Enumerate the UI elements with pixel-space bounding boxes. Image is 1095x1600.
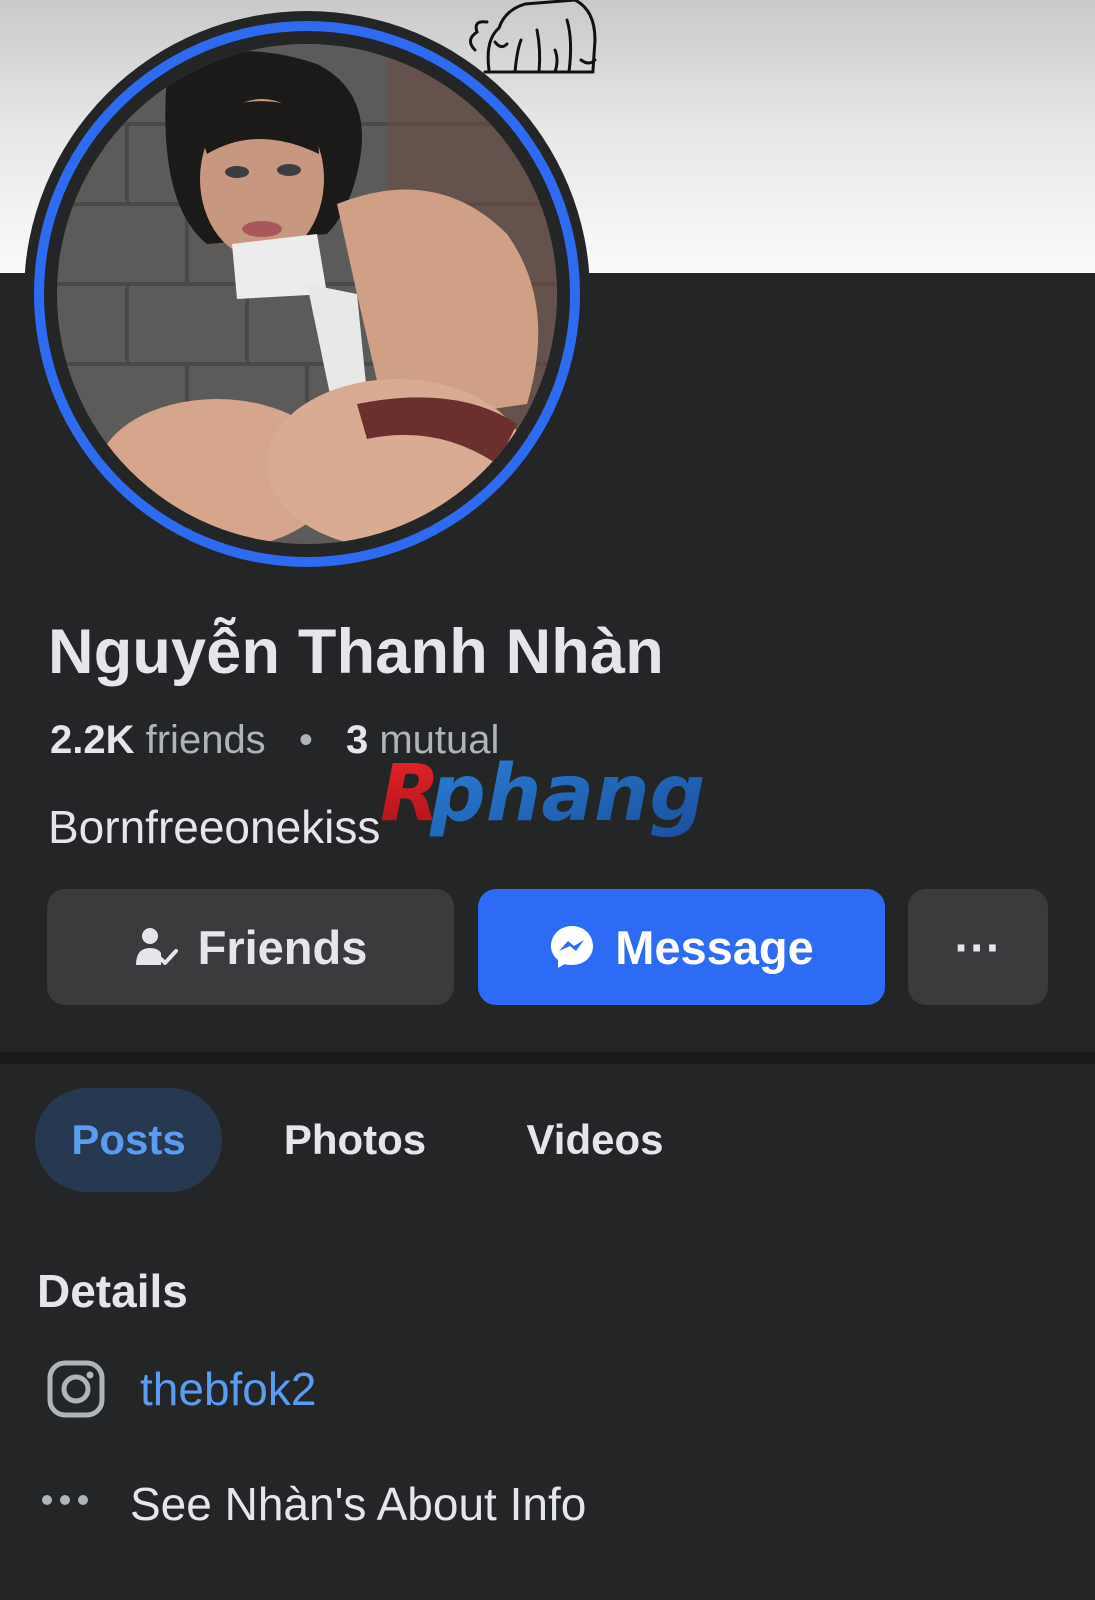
story-ring: [34, 21, 580, 567]
tab-posts[interactable]: Posts: [35, 1088, 222, 1192]
profile-page: Nguyễn Thanh Nhàn 2.2K friends • 3 mutua…: [0, 0, 1095, 1600]
details-heading: Details: [37, 1265, 188, 1317]
instagram-icon: [47, 1360, 105, 1418]
more-dots-icon: [42, 1495, 88, 1505]
avatar-photo-art: [57, 44, 557, 544]
watermark-letters-phang: phang: [429, 752, 705, 839]
section-divider: [0, 1052, 1095, 1064]
message-button[interactable]: Message: [478, 889, 885, 1005]
friends-button[interactable]: Friends: [47, 889, 454, 1005]
instagram-link[interactable]: thebfok2: [140, 1362, 316, 1416]
tab-videos[interactable]: Videos: [505, 1088, 685, 1192]
friends-count: 2.2K: [50, 718, 135, 762]
see-about-info-link[interactable]: See Nhàn's About Info: [130, 1477, 586, 1531]
more-options-button[interactable]: ···: [908, 889, 1048, 1005]
avatar-gap: [44, 31, 570, 557]
avatar-photo: [57, 44, 557, 544]
message-button-label: Message: [615, 920, 814, 974]
person-check-icon: [134, 925, 178, 969]
profile-name: Nguyễn Thanh Nhàn: [48, 617, 664, 687]
friends-button-label: Friends: [197, 920, 368, 974]
friends-label: friends: [145, 718, 266, 762]
watermark-logo: R phang: [380, 752, 705, 839]
more-dots-icon: ···: [954, 920, 1002, 974]
profile-bio: Bornfreeonekiss: [48, 801, 381, 853]
messenger-icon: [549, 924, 595, 970]
stats-separator: •: [298, 718, 313, 762]
profile-avatar[interactable]: [24, 11, 590, 577]
cover-doodle-image: [469, 0, 597, 74]
mutual-count: 3: [345, 718, 369, 762]
tab-photos[interactable]: Photos: [260, 1088, 450, 1192]
